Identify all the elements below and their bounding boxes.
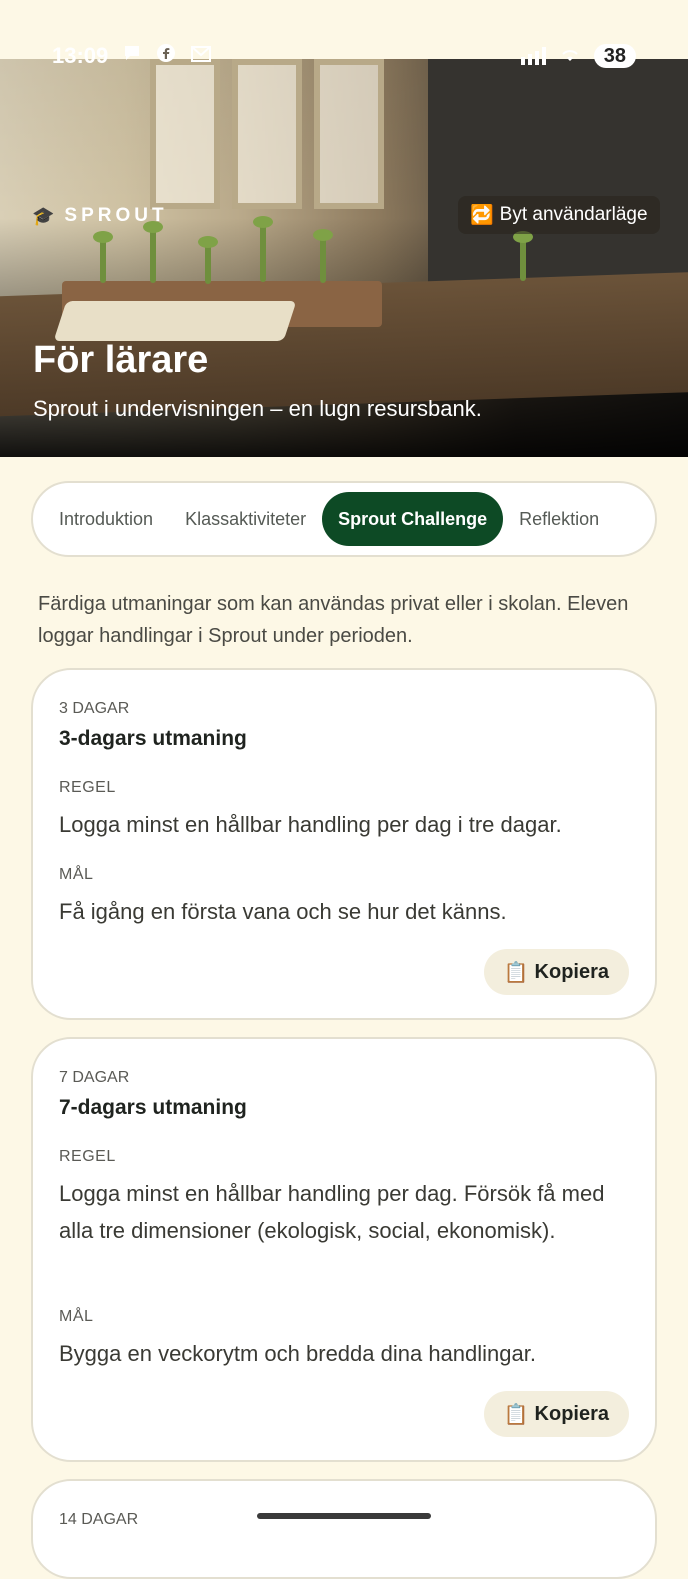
hero-plant — [253, 216, 273, 282]
challenge-title: 3-dagars utmaning — [59, 727, 247, 750]
brand-name: SPROUT — [64, 205, 168, 226]
copy-label: Kopiera — [534, 1402, 609, 1425]
intro-text: Färdiga utmaningar som kan användas priv… — [38, 593, 629, 647]
challenge-duration: 14 DAGAR — [59, 1511, 139, 1528]
hero-window — [314, 59, 384, 209]
hero-plant — [198, 236, 218, 284]
challenge-duration: 7 DAGAR — [59, 1069, 130, 1086]
hero-chalkboard — [428, 59, 688, 289]
challenge-duration: 3 DAGAR — [59, 700, 130, 717]
hero-plant — [513, 231, 533, 281]
hero-window — [150, 59, 220, 209]
graduation-cap-icon: 🎓 — [32, 205, 55, 226]
hero-plant — [93, 231, 113, 283]
goal-label: MÅL — [59, 866, 94, 883]
page-title: För lärare — [33, 339, 209, 381]
tab-introduktion[interactable]: Introduktion — [43, 492, 169, 546]
tab-reflektion[interactable]: Reflektion — [503, 492, 615, 546]
signal-icon — [520, 47, 546, 65]
challenge-card: 3 DAGAR 3-dagars utmaning REGEL Logga mi… — [31, 668, 657, 1020]
hero-book — [53, 301, 297, 341]
tab-sprout-challenge[interactable]: Sprout Challenge — [322, 492, 504, 546]
brand-logo: 🎓 SPROUT — [32, 205, 168, 227]
clipboard-icon: 📋 — [503, 961, 529, 984]
challenge-card: 14 DAGAR — [31, 1479, 657, 1579]
challenge-card: 7 DAGAR 7-dagars utmaning REGEL Logga mi… — [31, 1037, 657, 1462]
hero-window — [232, 59, 302, 209]
facebook-icon — [156, 43, 176, 69]
hero-banner: 🎓 SPROUT 🔁 Byt användarläge För lärare S… — [0, 59, 688, 457]
goal-text: Bygga en veckorytm och bredda dina handl… — [59, 1341, 536, 1366]
copy-button[interactable]: 📋 Kopiera — [483, 1391, 629, 1437]
hero-plant — [313, 229, 333, 283]
section-tabs: Introduktion Klassaktiviteter Sprout Cha… — [31, 481, 657, 557]
clipboard-icon: 📋 — [503, 1403, 529, 1426]
challenge-title: 7-dagars utmaning — [59, 1096, 247, 1119]
repeat-icon: 🔁 — [470, 205, 494, 226]
goal-text: Få igång en första vana och se hur det k… — [59, 899, 507, 924]
status-time: 13:09 — [52, 43, 109, 68]
rule-label: REGEL — [59, 779, 116, 796]
tab-klassaktiviteter[interactable]: Klassaktiviteter — [169, 492, 322, 546]
goal-label: MÅL — [59, 1308, 94, 1325]
switch-user-mode-label: Byt användarläge — [499, 204, 648, 225]
rule-text: Logga minst en hållbar handling per dag.… — [59, 1181, 605, 1243]
wifi-icon — [560, 45, 580, 68]
hero-plant — [143, 221, 163, 283]
battery-indicator: 38 — [593, 44, 636, 68]
rule-label: REGEL — [59, 1148, 116, 1165]
copy-button[interactable]: 📋 Kopiera — [483, 949, 629, 995]
status-right: 38 — [520, 42, 636, 70]
chat-notification-icon — [122, 43, 142, 69]
switch-user-mode-button[interactable]: 🔁 Byt användarläge — [458, 196, 660, 234]
home-indicator[interactable] — [257, 1513, 431, 1519]
status-left: 13:09 — [52, 42, 212, 70]
rule-text: Logga minst en hållbar handling per dag … — [59, 812, 562, 837]
copy-label: Kopiera — [534, 960, 609, 983]
page-subtitle: Sprout i undervisningen – en lugn resurs… — [33, 396, 482, 421]
mail-icon — [190, 43, 212, 69]
